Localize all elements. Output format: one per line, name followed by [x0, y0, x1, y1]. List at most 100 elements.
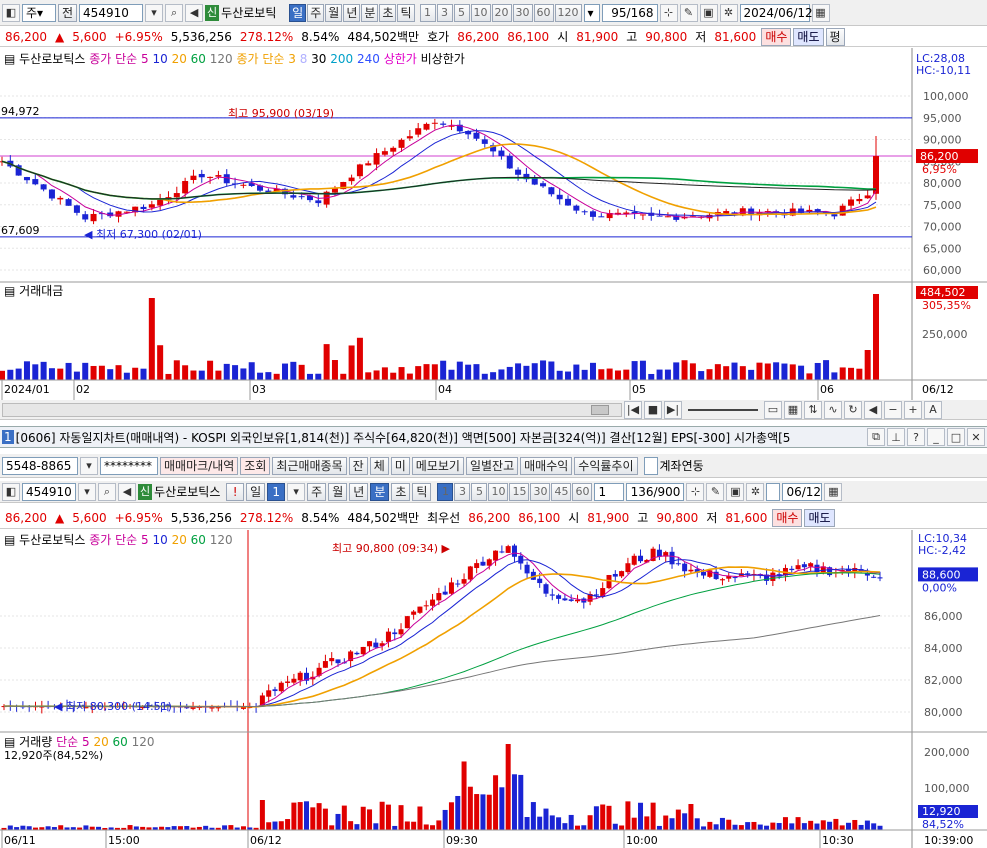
refresh-icon[interactable]: ↻ — [844, 400, 862, 419]
count-field-2[interactable]: 136/900 — [626, 482, 685, 501]
crosshair-icon-2[interactable]: ⊹ — [686, 482, 705, 501]
draw-icon-2[interactable]: ✎ — [706, 482, 725, 501]
account-btn-5[interactable]: 미 — [390, 456, 410, 475]
interval-btn-6[interactable]: 60 — [533, 3, 554, 22]
compare-icon[interactable]: ⇅ — [804, 400, 822, 419]
account-btn-1[interactable]: 조회 — [240, 456, 271, 475]
minus-icon[interactable]: − — [884, 400, 902, 419]
interval-btn-2-3[interactable]: 10 — [488, 482, 509, 501]
sell-button[interactable]: 매도 — [793, 27, 824, 46]
first-icon[interactable]: |◀ — [624, 400, 642, 419]
tab-minute[interactable]: 분 — [370, 482, 390, 501]
chart-type-icon[interactable]: ▭ — [764, 400, 782, 419]
interval-btn-2-0[interactable]: 1 — [437, 482, 454, 501]
period-tab-4[interactable]: 분 — [361, 3, 379, 22]
last-icon[interactable]: ▶| — [664, 400, 682, 419]
period-tab-3[interactable]: 년 — [343, 3, 361, 22]
avg-button[interactable]: 평 — [825, 27, 845, 46]
text-a-icon[interactable]: A — [924, 400, 942, 419]
account-btn-4[interactable]: 체 — [369, 456, 389, 475]
trend-icon[interactable]: ∿ — [824, 400, 842, 419]
sound-icon-2[interactable]: ◀ — [118, 482, 136, 501]
search-icon-2[interactable]: ⌕ — [98, 482, 116, 501]
layout-icon[interactable]: ◧ — [2, 3, 20, 22]
code-input-2[interactable]: 454910 — [22, 482, 76, 501]
interval-btn-4[interactable]: 20 — [491, 3, 512, 22]
tab-tick[interactable]: 틱 — [412, 482, 432, 501]
close-icon[interactable]: ✕ — [967, 428, 985, 446]
tab-second[interactable]: 초 — [391, 482, 411, 501]
account-btn-3[interactable]: 잔 — [348, 456, 368, 475]
interval-select[interactable]: ▾ — [583, 3, 600, 22]
calendar-icon-2[interactable]: ▦ — [824, 482, 843, 501]
gear-icon[interactable]: ✲ — [719, 3, 738, 22]
account-btn-8[interactable]: 매매수익 — [520, 456, 573, 475]
period-dropdown-icon[interactable]: ▾ — [287, 482, 306, 501]
interval-btn-0[interactable]: 1 — [419, 3, 436, 22]
account-btn-6[interactable]: 메모보기 — [411, 456, 464, 475]
sound-icon[interactable]: ◀ — [185, 3, 204, 22]
period-select[interactable]: 일 — [246, 482, 266, 501]
minute-chart[interactable]: 86,000 84,000 82,000 80,000 ▤ 두산로보틱스 종가 단순 5… — [0, 530, 987, 848]
link-checkbox[interactable] — [643, 456, 658, 475]
account-field[interactable]: 5548-8865 — [2, 456, 78, 475]
crosshair-icon[interactable]: ⊹ — [659, 3, 678, 22]
period-tab-6[interactable]: 틱 — [397, 3, 415, 22]
period-tab-2[interactable]: 월 — [325, 3, 343, 22]
h-scrollbar[interactable] — [2, 402, 622, 417]
interval-btn-5[interactable]: 30 — [512, 3, 533, 22]
interval-select-2[interactable]: 1 — [594, 482, 625, 501]
help-icon[interactable]: ? — [907, 428, 925, 446]
interval-btn-7[interactable]: 120 — [554, 3, 582, 22]
sell-button-2[interactable]: 매도 — [804, 508, 835, 527]
period-tab-5[interactable]: 초 — [379, 3, 397, 22]
interval-btn-2-6[interactable]: 45 — [551, 482, 572, 501]
interval-btn-2-2[interactable]: 5 — [471, 482, 488, 501]
interval-btn-2[interactable]: 5 — [453, 3, 470, 22]
date-checkbox[interactable] — [766, 482, 781, 501]
buy-button[interactable]: 매수 — [761, 27, 792, 46]
gear-icon-2[interactable]: ✲ — [746, 482, 765, 501]
jeon-button[interactable]: 전 — [58, 3, 78, 22]
scroll-thumb[interactable] — [591, 404, 609, 415]
account-btn-2[interactable]: 최근매매종목 — [272, 456, 347, 475]
plus-icon[interactable]: + — [904, 400, 922, 419]
search-icon[interactable]: ⌕ — [165, 3, 184, 22]
password-field[interactable]: ******** — [100, 456, 158, 475]
calendar-icon[interactable]: ▦ — [811, 3, 830, 22]
interval-btn-2-4[interactable]: 15 — [509, 482, 530, 501]
restore-icon[interactable]: ⧉ — [867, 428, 885, 446]
interval-btn-2-1[interactable]: 3 — [454, 482, 471, 501]
account-dropdown-icon[interactable]: ▾ — [80, 456, 98, 475]
account-btn-0[interactable]: 매매마크/내역 — [160, 456, 239, 475]
dropdown-icon[interactable]: ▾ — [145, 3, 164, 22]
account-btn-7[interactable]: 일별잔고 — [465, 456, 519, 475]
grid-icon[interactable]: ▦ — [784, 400, 802, 419]
zoom-slider[interactable] — [688, 408, 758, 411]
interval-btn-1[interactable]: 3 — [436, 3, 453, 22]
save-icon[interactable]: ▣ — [699, 3, 718, 22]
period-tab-1[interactable]: 주 — [307, 3, 325, 22]
stop-icon[interactable]: ■ — [644, 400, 662, 419]
tab-month[interactable]: 월 — [328, 482, 348, 501]
alert-button[interactable]: ! — [226, 482, 245, 501]
code-input[interactable]: 454910 — [79, 3, 144, 22]
date-field-2[interactable]: 06/12 — [782, 482, 823, 501]
buy-button-2[interactable]: 매수 — [772, 508, 803, 527]
period-value[interactable]: 1 — [267, 482, 286, 501]
jong-select[interactable]: 주 ▾ — [22, 3, 56, 22]
tab-week[interactable]: 주 — [307, 482, 327, 501]
minimize-icon[interactable]: _ — [927, 428, 945, 446]
account-btn-9[interactable]: 수익률추이 — [574, 456, 638, 475]
date-field[interactable]: 2024/06/12 — [739, 3, 813, 22]
period-tab-0[interactable]: 일 — [289, 3, 307, 22]
interval-btn-2-5[interactable]: 30 — [530, 482, 551, 501]
pin-icon[interactable]: ⊥ — [887, 428, 905, 446]
daily-chart[interactable]: 100,00095,00090,00085,00080,00075,00070,… — [0, 48, 987, 400]
interval-btn-2-7[interactable]: 60 — [572, 482, 593, 501]
prev-icon[interactable]: ◀ — [864, 400, 882, 419]
draw-icon[interactable]: ✎ — [679, 3, 698, 22]
dropdown-icon-2[interactable]: ▾ — [78, 482, 96, 501]
tab-year[interactable]: 년 — [349, 482, 369, 501]
count-field[interactable]: 95/168 — [601, 3, 658, 22]
